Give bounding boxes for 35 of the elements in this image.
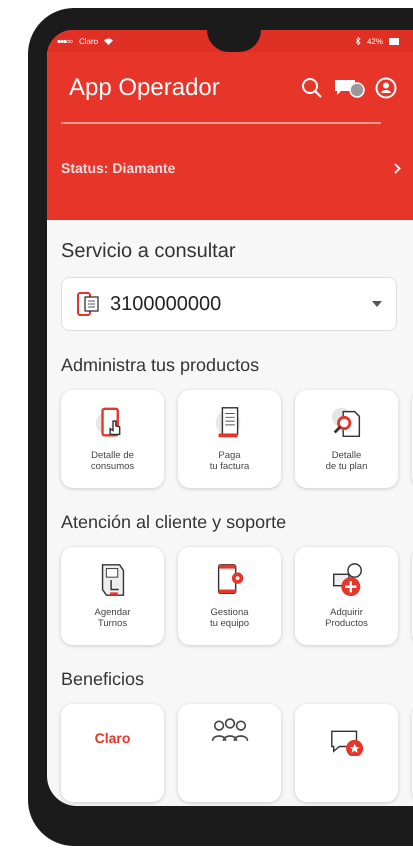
tile-label: Detalle de consumos: [90, 451, 134, 473]
section-title: Beneficios: [61, 669, 146, 690]
tile-label: Gestiona tu equipo: [210, 608, 250, 630]
option-tile[interactable]: [295, 704, 398, 802]
search-icon[interactable]: [301, 77, 323, 99]
chat-icon[interactable]: [333, 77, 365, 99]
caret-icon: [372, 301, 382, 307]
app-title: App Operador: [69, 74, 221, 102]
people-icon: [210, 718, 248, 742]
signal-icon: [57, 38, 73, 44]
option-tile[interactable]: [178, 704, 281, 802]
tile-label: Adquirir Productos: [325, 608, 368, 630]
brand-logo: Claro: [94, 730, 130, 746]
section-title: Atención al cliente y soporte: [61, 512, 288, 533]
chevron-right-icon[interactable]: [394, 162, 401, 174]
section-title: Administra tus productos: [61, 355, 260, 376]
user-icon[interactable]: [375, 77, 397, 99]
section-title: Servicio a consultar: [61, 240, 237, 263]
tile-label: Paga tu factura: [210, 451, 250, 473]
option-tile[interactable]: Agendar Turnos: [61, 547, 164, 645]
option-tile[interactable]: Adquirir Productos: [295, 547, 398, 645]
carrier-label: Claro: [79, 36, 98, 46]
option-tile[interactable]: Claro: [61, 704, 164, 802]
option-tile[interactable]: Detalle de tu plan: [295, 390, 398, 488]
option-tile[interactable]: Gestiona tu equipo: [178, 547, 281, 645]
tile-label: Detalle de tu plan: [326, 451, 368, 473]
battery-label: 42%: [366, 36, 383, 46]
option-tile[interactable]: Detalle de consumos: [61, 390, 164, 488]
tile-label: Agendar Turnos: [94, 608, 130, 630]
bluetooth-icon: [356, 37, 361, 45]
wifi-icon: [104, 38, 114, 44]
option-tile[interactable]: Paga tu factura: [178, 390, 281, 488]
line-select-dropdown[interactable]: 3100000000: [61, 277, 397, 331]
battery-icon: [389, 38, 399, 44]
status-label: Status: Diamante: [61, 160, 176, 176]
